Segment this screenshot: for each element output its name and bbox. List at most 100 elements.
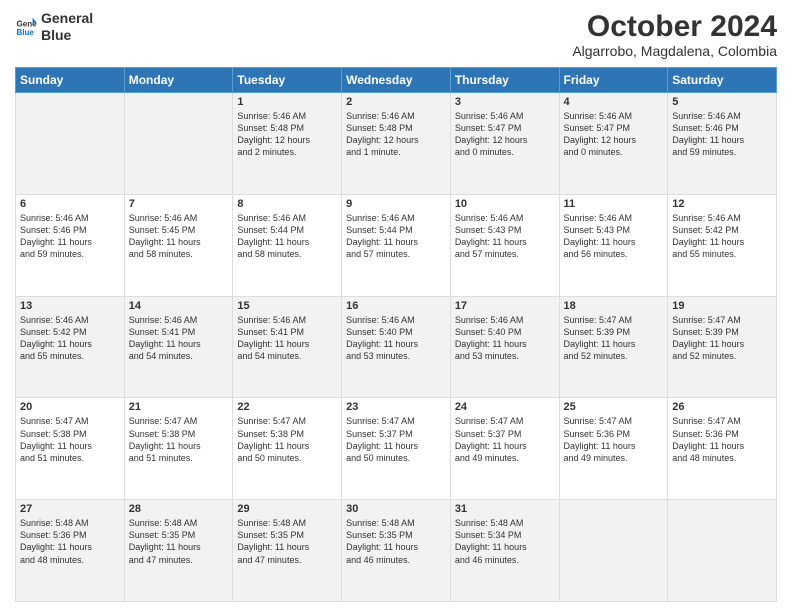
cell-info: Sunrise: 5:46 AM Sunset: 5:48 PM Dayligh… bbox=[237, 110, 337, 159]
cell-info: Sunrise: 5:46 AM Sunset: 5:44 PM Dayligh… bbox=[237, 212, 337, 261]
day-header-wednesday: Wednesday bbox=[342, 68, 451, 93]
day-number: 27 bbox=[20, 503, 120, 515]
cell-info: Sunrise: 5:46 AM Sunset: 5:41 PM Dayligh… bbox=[129, 314, 229, 363]
subtitle: Algarrobo, Magdalena, Colombia bbox=[572, 43, 777, 59]
day-number: 6 bbox=[20, 198, 120, 210]
day-header-friday: Friday bbox=[559, 68, 668, 93]
week-row-4: 27 Sunrise: 5:48 AM Sunset: 5:36 PM Dayli… bbox=[16, 500, 777, 602]
cell-info: Sunrise: 5:46 AM Sunset: 5:42 PM Dayligh… bbox=[20, 314, 120, 363]
calendar-cell: 5 Sunrise: 5:46 AM Sunset: 5:46 PM Daylig… bbox=[668, 93, 777, 195]
cell-info: Sunrise: 5:48 AM Sunset: 5:35 PM Dayligh… bbox=[346, 517, 446, 566]
cell-info: Sunrise: 5:46 AM Sunset: 5:47 PM Dayligh… bbox=[564, 110, 664, 159]
day-number: 30 bbox=[346, 503, 446, 515]
page: General Blue General Blue October 2024 A… bbox=[0, 0, 792, 612]
day-number: 19 bbox=[672, 300, 772, 312]
calendar-header-row: SundayMondayTuesdayWednesdayThursdayFrid… bbox=[16, 68, 777, 93]
calendar-cell: 18 Sunrise: 5:47 AM Sunset: 5:39 PM Dayli… bbox=[559, 296, 668, 398]
cell-info: Sunrise: 5:46 AM Sunset: 5:40 PM Dayligh… bbox=[346, 314, 446, 363]
calendar-cell: 20Sunrise: 5:47 AM Sunset: 5:38 PM Dayli… bbox=[16, 398, 125, 500]
day-number: 1 bbox=[237, 96, 337, 108]
day-number: 5 bbox=[672, 96, 772, 108]
title-block: October 2024 Algarrobo, Magdalena, Colom… bbox=[572, 10, 777, 59]
day-number: 17 bbox=[455, 300, 555, 312]
calendar-cell bbox=[16, 93, 125, 195]
calendar-cell: 24 Sunrise: 5:47 AM Sunset: 5:37 PM Dayli… bbox=[450, 398, 559, 500]
day-number: 8 bbox=[237, 198, 337, 210]
cell-info: Sunrise: 5:46 AM Sunset: 5:42 PM Dayligh… bbox=[672, 212, 772, 261]
calendar-cell: 9 Sunrise: 5:46 AM Sunset: 5:44 PM Daylig… bbox=[342, 194, 451, 296]
cell-info: Sunrise: 5:48 AM Sunset: 5:35 PM Dayligh… bbox=[129, 517, 229, 566]
calendar-cell: 6 Sunrise: 5:46 AM Sunset: 5:46 PM Daylig… bbox=[16, 194, 125, 296]
calendar-cell bbox=[668, 500, 777, 602]
cell-info: Sunrise: 5:46 AM Sunset: 5:44 PM Dayligh… bbox=[346, 212, 446, 261]
calendar-cell: 29Sunrise: 5:48 AM Sunset: 5:35 PM Dayli… bbox=[233, 500, 342, 602]
day-number: 28 bbox=[129, 503, 229, 515]
calendar-cell: 15Sunrise: 5:46 AM Sunset: 5:41 PM Dayli… bbox=[233, 296, 342, 398]
day-number: 21 bbox=[129, 401, 229, 413]
calendar-cell bbox=[559, 500, 668, 602]
day-number: 24 bbox=[455, 401, 555, 413]
week-row-0: 1 Sunrise: 5:46 AM Sunset: 5:48 PM Daylig… bbox=[16, 93, 777, 195]
day-number: 31 bbox=[455, 503, 555, 515]
header: General Blue General Blue October 2024 A… bbox=[15, 10, 777, 59]
day-number: 11 bbox=[564, 198, 664, 210]
cell-info: Sunrise: 5:47 AM Sunset: 5:37 PM Dayligh… bbox=[346, 415, 446, 464]
day-number: 2 bbox=[346, 96, 446, 108]
day-number: 26 bbox=[672, 401, 772, 413]
day-number: 18 bbox=[564, 300, 664, 312]
day-number: 20 bbox=[20, 401, 120, 413]
calendar-cell: 12 Sunrise: 5:46 AM Sunset: 5:42 PM Dayli… bbox=[668, 194, 777, 296]
calendar-table: SundayMondayTuesdayWednesdayThursdayFrid… bbox=[15, 67, 777, 602]
day-number: 3 bbox=[455, 96, 555, 108]
cell-info: Sunrise: 5:47 AM Sunset: 5:37 PM Dayligh… bbox=[455, 415, 555, 464]
calendar-cell: 2 Sunrise: 5:46 AM Sunset: 5:48 PM Daylig… bbox=[342, 93, 451, 195]
day-number: 23 bbox=[346, 401, 446, 413]
calendar-cell: 4Sunrise: 5:46 AM Sunset: 5:47 PM Daylig… bbox=[559, 93, 668, 195]
day-header-saturday: Saturday bbox=[668, 68, 777, 93]
day-header-thursday: Thursday bbox=[450, 68, 559, 93]
calendar-cell: 23 Sunrise: 5:47 AM Sunset: 5:37 PM Dayli… bbox=[342, 398, 451, 500]
calendar-cell: 13 Sunrise: 5:46 AM Sunset: 5:42 PM Dayli… bbox=[16, 296, 125, 398]
day-number: 25 bbox=[564, 401, 664, 413]
logo-text-general: General bbox=[41, 10, 93, 27]
cell-info: Sunrise: 5:47 AM Sunset: 5:36 PM Dayligh… bbox=[564, 415, 664, 464]
cell-info: Sunrise: 5:47 AM Sunset: 5:39 PM Dayligh… bbox=[564, 314, 664, 363]
calendar-cell: 14 Sunrise: 5:46 AM Sunset: 5:41 PM Dayli… bbox=[124, 296, 233, 398]
cell-info: Sunrise: 5:46 AM Sunset: 5:47 PM Dayligh… bbox=[455, 110, 555, 159]
day-number: 12 bbox=[672, 198, 772, 210]
cell-info: Sunrise: 5:47 AM Sunset: 5:39 PM Dayligh… bbox=[672, 314, 772, 363]
calendar-cell: 31 Sunrise: 5:48 AM Sunset: 5:34 PM Dayli… bbox=[450, 500, 559, 602]
cell-info: Sunrise: 5:46 AM Sunset: 5:45 PM Dayligh… bbox=[129, 212, 229, 261]
calendar-cell: 19 Sunrise: 5:47 AM Sunset: 5:39 PM Dayli… bbox=[668, 296, 777, 398]
day-number: 22 bbox=[237, 401, 337, 413]
calendar-cell: 10Sunrise: 5:46 AM Sunset: 5:43 PM Dayli… bbox=[450, 194, 559, 296]
cell-info: Sunrise: 5:47 AM Sunset: 5:38 PM Dayligh… bbox=[237, 415, 337, 464]
day-number: 13 bbox=[20, 300, 120, 312]
week-row-2: 13 Sunrise: 5:46 AM Sunset: 5:42 PM Dayli… bbox=[16, 296, 777, 398]
calendar-cell: 27 Sunrise: 5:48 AM Sunset: 5:36 PM Dayli… bbox=[16, 500, 125, 602]
calendar-cell: 7 Sunrise: 5:46 AM Sunset: 5:45 PM Daylig… bbox=[124, 194, 233, 296]
cell-info: Sunrise: 5:46 AM Sunset: 5:46 PM Dayligh… bbox=[20, 212, 120, 261]
logo: General Blue General Blue bbox=[15, 10, 93, 44]
cell-info: Sunrise: 5:46 AM Sunset: 5:48 PM Dayligh… bbox=[346, 110, 446, 159]
calendar-cell: 17Sunrise: 5:46 AM Sunset: 5:40 PM Dayli… bbox=[450, 296, 559, 398]
cell-info: Sunrise: 5:48 AM Sunset: 5:36 PM Dayligh… bbox=[20, 517, 120, 566]
cell-info: Sunrise: 5:47 AM Sunset: 5:36 PM Dayligh… bbox=[672, 415, 772, 464]
calendar-cell: 30 Sunrise: 5:48 AM Sunset: 5:35 PM Dayli… bbox=[342, 500, 451, 602]
day-number: 9 bbox=[346, 198, 446, 210]
calendar-cell: 1 Sunrise: 5:46 AM Sunset: 5:48 PM Daylig… bbox=[233, 93, 342, 195]
day-header-sunday: Sunday bbox=[16, 68, 125, 93]
calendar-cell: 8 Sunrise: 5:46 AM Sunset: 5:44 PM Daylig… bbox=[233, 194, 342, 296]
day-number: 14 bbox=[129, 300, 229, 312]
logo-text-blue: Blue bbox=[41, 27, 93, 44]
day-number: 29 bbox=[237, 503, 337, 515]
week-row-1: 6 Sunrise: 5:46 AM Sunset: 5:46 PM Daylig… bbox=[16, 194, 777, 296]
day-number: 10 bbox=[455, 198, 555, 210]
cell-info: Sunrise: 5:46 AM Sunset: 5:46 PM Dayligh… bbox=[672, 110, 772, 159]
cell-info: Sunrise: 5:46 AM Sunset: 5:43 PM Dayligh… bbox=[564, 212, 664, 261]
day-number: 7 bbox=[129, 198, 229, 210]
calendar-cell: 11 Sunrise: 5:46 AM Sunset: 5:43 PM Dayli… bbox=[559, 194, 668, 296]
calendar-cell: 21Sunrise: 5:47 AM Sunset: 5:38 PM Dayli… bbox=[124, 398, 233, 500]
cell-info: Sunrise: 5:48 AM Sunset: 5:34 PM Dayligh… bbox=[455, 517, 555, 566]
calendar-cell: 16Sunrise: 5:46 AM Sunset: 5:40 PM Dayli… bbox=[342, 296, 451, 398]
